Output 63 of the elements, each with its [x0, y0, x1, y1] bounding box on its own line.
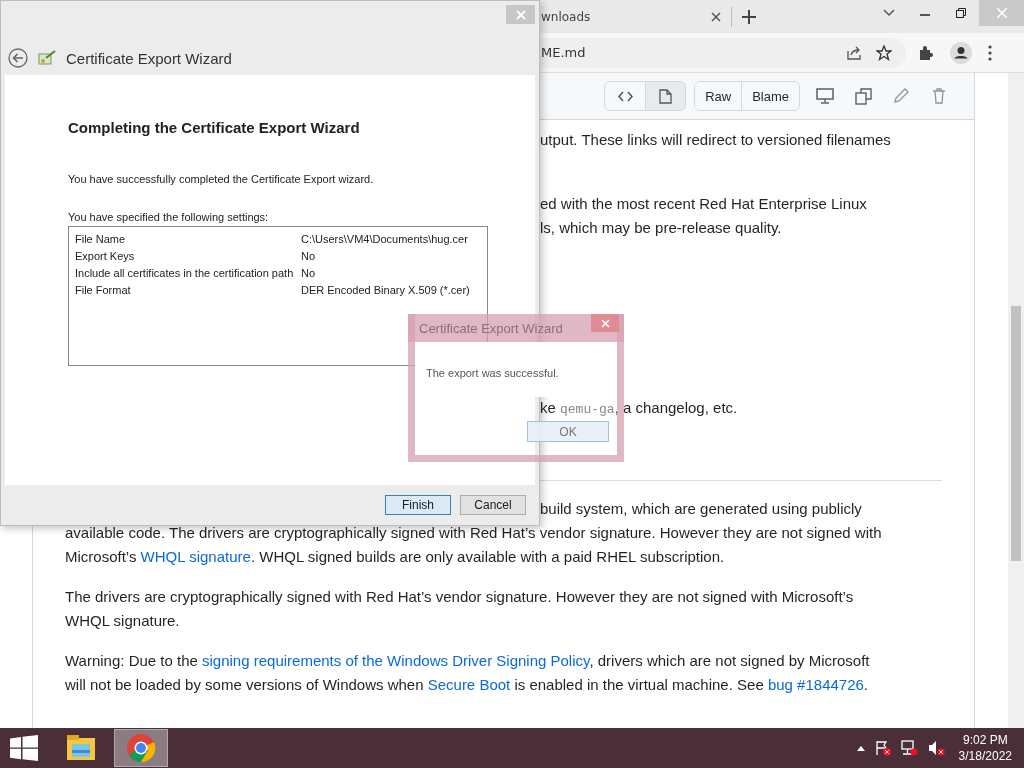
browser-icon [126, 733, 156, 763]
dialog-title: Certificate Export Wizard [419, 320, 563, 336]
tab-title: wnloads [541, 9, 591, 24]
clock-time[interactable]: 9:02 PM [962, 732, 1008, 748]
text-line: will not be loaded by some versions of Windows when Secure Boot is enabled in the virtual machine. See bug #1844726. [65, 675, 869, 695]
trash-icon[interactable] [932, 88, 946, 104]
wizard-message: You have successfully completed the Certificate Export wizard. [68, 173, 375, 185]
close-icon [515, 9, 526, 20]
puzzle-icon[interactable] [918, 44, 934, 61]
link[interactable]: bug #1844726 [767, 676, 864, 693]
restore-icon[interactable] [956, 8, 966, 18]
text-line: Warning: Due to the signing requirements of the Windows Driver Signing Policy, drivers which are not signed by Microsoft [65, 651, 871, 671]
flag-alert-icon[interactable] [874, 740, 891, 756]
text-line: Microsoft’s WHQL signature. WHQL signed builds are only available with a paid RHEL subscription. [65, 547, 726, 567]
certificate-icon [38, 50, 56, 66]
wizard-title: Certificate Export Wizard [66, 49, 232, 67]
link[interactable]: WHQL signature [140, 548, 251, 565]
browser-tab[interactable]: wnloads [541, 0, 731, 33]
star-icon[interactable] [876, 44, 892, 61]
wizard-button[interactable]: Cancel [460, 495, 526, 515]
setting-name: File Name [75, 232, 127, 245]
text-line: WHQL signature. [65, 611, 181, 631]
text-line: utput. These links will redirect to versioned filenames [540, 130, 892, 150]
close-icon [600, 318, 610, 328]
wizard-button[interactable]: Finish [385, 495, 451, 515]
speaker-muted-icon[interactable] [927, 740, 945, 756]
setting-value: DER Encoded Binary X.509 (*.cer) [301, 283, 471, 296]
pencil-icon[interactable] [893, 88, 909, 104]
toolbar-button[interactable]: Blame [741, 82, 799, 110]
clock-date[interactable]: 3/18/2022 [958, 748, 1012, 764]
text-line: ls, which may be pre-release quality. [540, 218, 783, 238]
close-icon[interactable] [711, 11, 721, 22]
setting-value: No [301, 249, 317, 262]
setting-value: C:\Users\VM4\Documents\hug.cer [301, 232, 469, 245]
wizard-heading: Completing the Certificate Export Wizard [68, 119, 361, 136]
setting-name: Include all certificates in the certification path [75, 266, 295, 279]
text-line: ed with the most recent Red Hat Enterprise Linux [540, 194, 868, 214]
caret-up-icon[interactable] [856, 745, 865, 751]
settings-label: You have specified the following settings: [68, 211, 270, 223]
text-line: The drivers are cryptographically signed with Red Hat’s vendor signature. However they are not signed with Microsoft’s [65, 587, 855, 607]
profile-icon[interactable] [950, 41, 972, 64]
file-icon [658, 88, 674, 104]
plus-icon[interactable] [742, 9, 756, 24]
setting-name: Export Keys [75, 249, 136, 262]
setting-value: No [301, 266, 317, 279]
link[interactable]: signing requirements of the Windows Driver Signing Policy [202, 652, 590, 669]
close-button[interactable] [591, 314, 619, 332]
ok-button[interactable]: OK [527, 421, 609, 442]
windows-logo-icon[interactable] [10, 735, 38, 761]
share-icon[interactable] [846, 44, 862, 61]
copy-icon[interactable] [854, 87, 872, 105]
scrollbar[interactable] [1008, 73, 1024, 728]
network-icon[interactable] [900, 740, 918, 756]
folder-icon [66, 733, 96, 763]
monitor-icon[interactable] [816, 88, 834, 104]
menu-icon[interactable] [988, 44, 992, 61]
text-line: ke qemu-ga, a changelog, etc. [540, 398, 739, 419]
preview-button[interactable] [645, 82, 686, 110]
text-line: build system, which are generated using publicly [540, 499, 863, 519]
setting-name: File Format [75, 283, 132, 296]
link[interactable]: Secure Boot [427, 676, 511, 693]
back-icon[interactable] [8, 48, 28, 68]
text-line: available code. The drivers are cryptographically signed with Red Hat’s vendor signature. However they are not signed with [65, 523, 883, 543]
